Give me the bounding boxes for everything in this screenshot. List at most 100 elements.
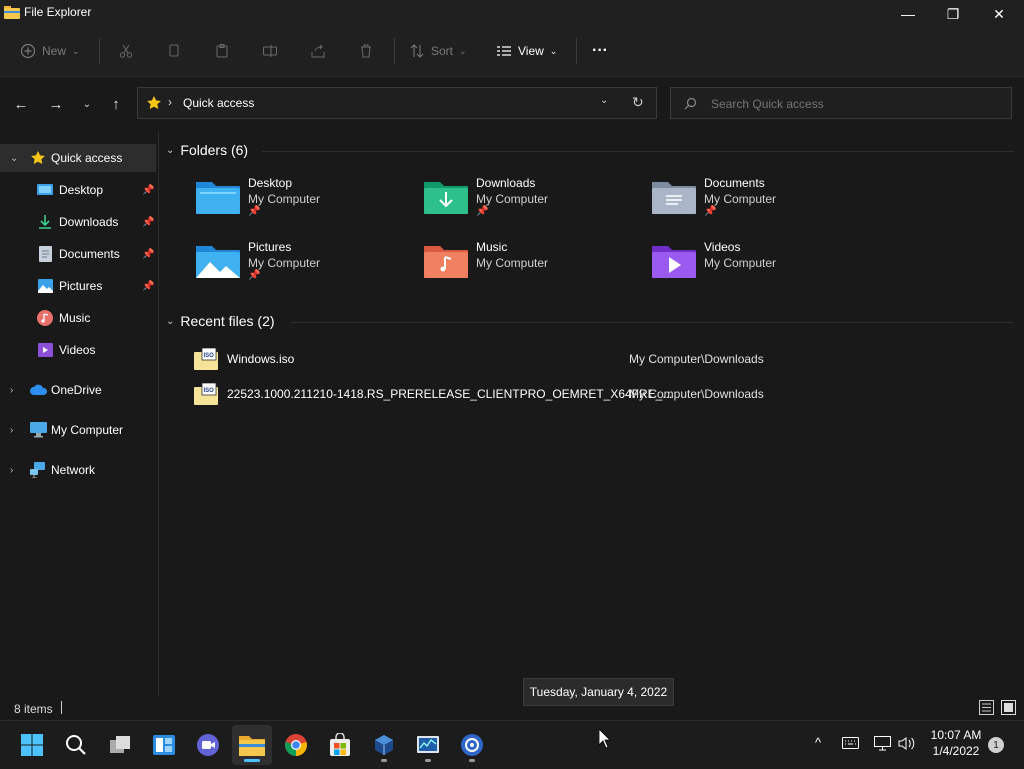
new-button[interactable]: New ⌄: [20, 28, 80, 74]
chat-button[interactable]: [188, 725, 228, 765]
nav-videos[interactable]: Videos: [0, 336, 156, 364]
file-explorer-taskbar-button[interactable]: [232, 725, 272, 765]
show-hidden-icons-chevron-icon[interactable]: ^: [815, 735, 821, 750]
chevron-right-icon[interactable]: ›: [10, 465, 13, 476]
settings-app-button[interactable]: [452, 725, 492, 765]
delete-button[interactable]: [358, 28, 374, 74]
folder-location: My Computer: [248, 192, 321, 206]
clock[interactable]: 10:07 AM 1/4/2022: [922, 728, 990, 758]
minimize-button[interactable]: —: [885, 0, 931, 28]
chevron-right-icon[interactable]: ›: [10, 385, 13, 396]
notification-badge[interactable]: 1: [988, 737, 1004, 753]
task-view-button[interactable]: [100, 725, 140, 765]
breadcrumb-quick-access[interactable]: Quick access: [183, 96, 254, 110]
widgets-button[interactable]: [144, 725, 184, 765]
nav-onedrive[interactable]: › OneDrive: [0, 376, 156, 404]
nav-documents[interactable]: Documents 📌: [0, 240, 156, 268]
chevron-down-icon[interactable]: ⌄: [10, 153, 18, 164]
network-status-icon[interactable]: [874, 736, 891, 751]
store-icon: [330, 733, 350, 756]
star-icon: [31, 151, 45, 164]
folder-name: Music: [476, 240, 508, 254]
folder-tile-downloads[interactable]: Downloads My Computer 📌: [424, 176, 634, 232]
copy-button[interactable]: [166, 28, 182, 74]
recent-file-row[interactable]: ISO Windows.iso My Computer\Downloads: [192, 344, 1012, 374]
chrome-button[interactable]: [276, 725, 316, 765]
sort-button[interactable]: Sort ⌄: [409, 28, 467, 74]
folder-tile-videos[interactable]: Videos My Computer: [652, 240, 862, 296]
address-row: ← → ⌄ ↑ › Quick access ⌄ ↻: [0, 77, 1024, 131]
clock-time: 10:07 AM: [930, 728, 982, 742]
folder-location: My Computer: [704, 256, 777, 270]
star-icon: [147, 96, 161, 109]
nav-desktop[interactable]: Desktop 📌: [0, 176, 156, 204]
nav-quick-access[interactable]: ⌄ Quick access: [0, 144, 156, 172]
resource-monitor-button[interactable]: [408, 725, 448, 765]
trash-icon: [361, 44, 371, 58]
share-button[interactable]: [310, 28, 326, 74]
start-button[interactable]: [12, 725, 52, 765]
desktop-folder-icon: [196, 182, 240, 214]
folder-tile-music[interactable]: Music My Computer: [424, 240, 634, 296]
cut-button[interactable]: [118, 28, 134, 74]
downloads-folder-icon: [424, 182, 468, 214]
nav-pictures[interactable]: Pictures 📌: [0, 272, 156, 300]
plus-circle-icon: [20, 43, 36, 59]
folders-header-label: Folders (6): [180, 142, 249, 158]
folder-location: My Computer: [476, 256, 549, 270]
picture-icon: [38, 279, 53, 293]
rename-button[interactable]: [262, 28, 278, 74]
address-history-chevron-icon[interactable]: ⌄: [600, 95, 608, 106]
back-button[interactable]: ←: [8, 77, 34, 131]
share-icon: [311, 44, 325, 58]
status-divider: [61, 701, 62, 714]
folders-section-header[interactable]: ⌄ Folders (6): [166, 142, 248, 158]
virtualbox-button[interactable]: [364, 725, 404, 765]
nav-my-computer[interactable]: › My Computer: [0, 416, 156, 444]
store-button[interactable]: [320, 725, 360, 765]
sort-icon: [410, 44, 424, 58]
recent-file-row[interactable]: ISO 22523.1000.211210-1418.RS_PRERELEASE…: [192, 379, 1012, 409]
address-bar[interactable]: › Quick access ⌄ ↻: [137, 87, 657, 119]
pictures-folder-icon: [196, 246, 240, 278]
nav-music[interactable]: Music: [0, 304, 156, 332]
taskbar: ^ 10:07 AM 1/4/2022 1: [0, 720, 1024, 769]
paste-button[interactable]: [214, 28, 230, 74]
search-box[interactable]: [670, 87, 1012, 119]
view-button[interactable]: View ⌄: [496, 28, 557, 74]
chevron-right-icon[interactable]: ›: [10, 425, 13, 436]
nav-downloads[interactable]: Downloads 📌: [0, 208, 156, 236]
forward-button[interactable]: →: [43, 77, 69, 131]
folder-tile-documents[interactable]: Documents My Computer 📌: [652, 176, 862, 232]
details-view-icon[interactable]: [979, 700, 994, 715]
desktop-icon: [37, 184, 53, 195]
tiles-view-icon[interactable]: [1001, 700, 1016, 715]
refresh-icon[interactable]: ↻: [632, 94, 644, 111]
keyboard-icon[interactable]: [842, 737, 859, 749]
section-divider: [262, 151, 1014, 152]
search-input[interactable]: [709, 94, 1003, 114]
nav-network[interactable]: › Network: [0, 456, 156, 484]
clipboard-icon: [216, 44, 228, 58]
nav-label: Pictures: [59, 279, 103, 293]
minimize-icon: —: [901, 6, 915, 22]
volume-icon[interactable]: [898, 736, 915, 751]
widgets-icon: [153, 735, 175, 755]
restore-icon: ❐: [946, 5, 960, 22]
recent-files-section-header[interactable]: ⌄ Recent files (2): [166, 313, 275, 329]
folder-name: Documents: [704, 176, 765, 190]
folder-tile-pictures[interactable]: Pictures My Computer 📌: [196, 240, 406, 296]
search-icon: [684, 97, 697, 110]
pin-icon: 📌: [142, 216, 155, 228]
maximize-button[interactable]: ❐: [930, 0, 976, 28]
close-icon: ✕: [993, 5, 1005, 22]
recent-locations-button[interactable]: ⌄: [74, 77, 100, 131]
running-indicator: [469, 759, 475, 762]
up-button[interactable]: ↑: [103, 77, 129, 131]
window-title: File Explorer: [24, 5, 92, 19]
new-label: New: [42, 44, 67, 58]
more-options-button[interactable]: ···: [592, 28, 608, 74]
search-taskbar-button[interactable]: [56, 725, 96, 765]
folder-tile-desktop[interactable]: Desktop My Computer 📌: [196, 176, 406, 232]
close-button[interactable]: ✕: [976, 0, 1022, 28]
